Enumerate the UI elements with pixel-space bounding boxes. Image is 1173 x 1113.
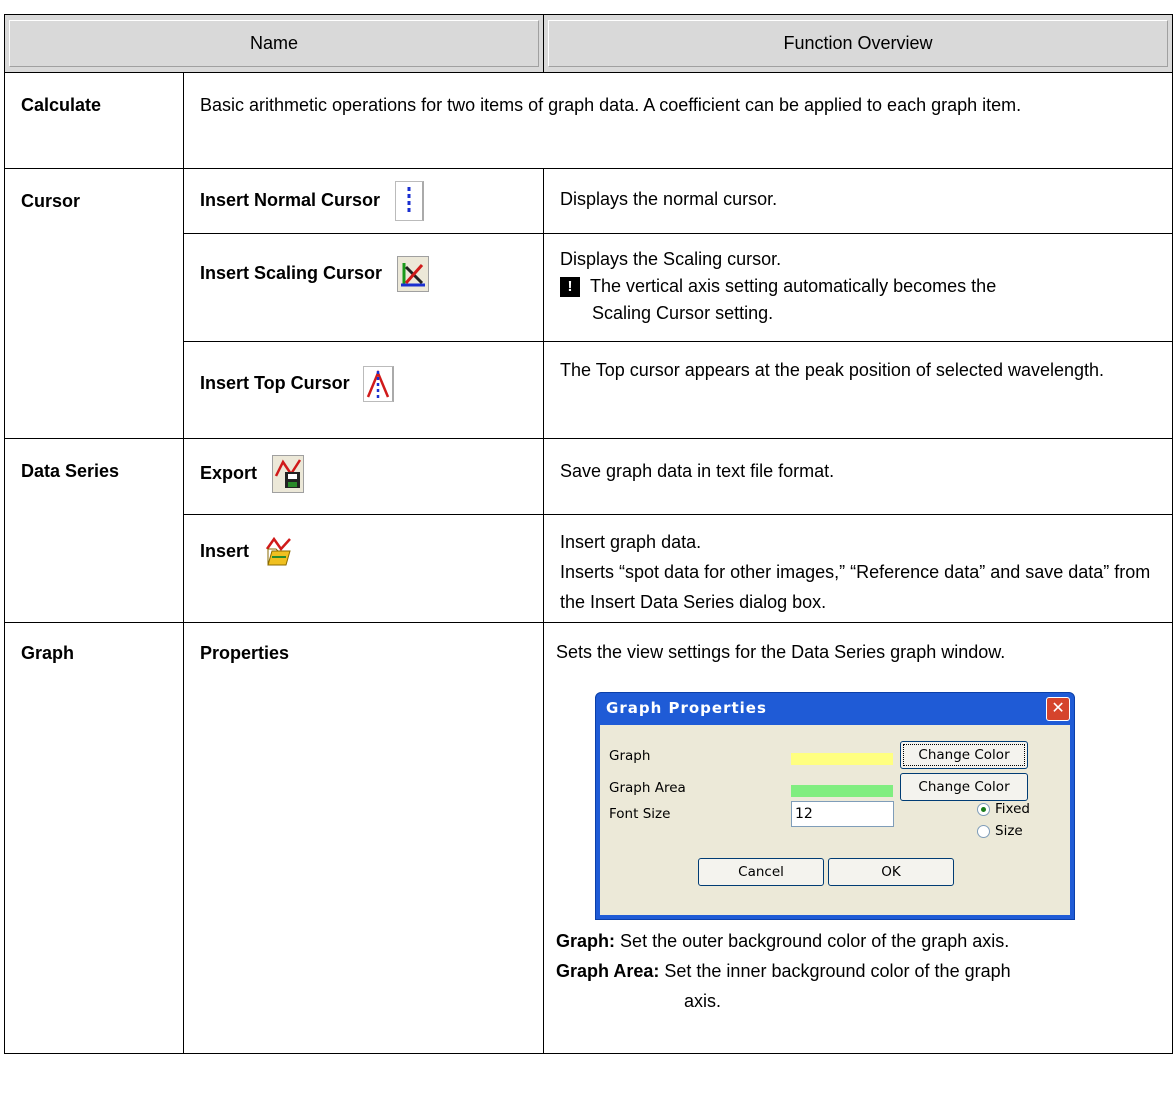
table-row: Data Series Export Save graph data in te… <box>4 438 1173 623</box>
insert-desc: Insert graph data. Inserts “spot data fo… <box>543 514 1173 623</box>
cursor-name-cell: Cursor <box>4 168 184 439</box>
radio-fixed-dot <box>977 802 991 816</box>
properties-label: Properties <box>200 643 290 663</box>
calculate-name-cell: Calculate <box>4 72 184 169</box>
dialog-body: Graph Change Color Graph Area Change Col… <box>600 725 1071 915</box>
header-function: Function Overview <box>543 14 1173 73</box>
cancel-button[interactable]: Cancel <box>698 858 825 886</box>
export-desc: Save graph data in text file format. <box>543 438 1173 515</box>
top-cursor-icon <box>362 366 394 402</box>
function-table: Name Function Overview Calculate Basic a… <box>3 14 1173 1054</box>
insert-cell: Insert <box>182 514 545 623</box>
data-series-name-cell: Data Series <box>4 438 184 623</box>
change-area-color-button[interactable]: Change Color <box>900 773 1029 801</box>
scaling-cursor-icon <box>397 256 430 292</box>
graph-color-label: Graph <box>609 748 651 764</box>
dialog-title: Graph Properties <box>606 699 767 717</box>
normal-cursor-icon <box>395 181 425 221</box>
caution-mark: ! <box>560 277 581 298</box>
table-row: Cursor Insert Normal Cursor Displays the… <box>4 168 1173 439</box>
font-size-input[interactable]: 12 <box>791 801 895 827</box>
top-cursor-cell: Insert Top Cursor <box>182 341 545 439</box>
properties-desc: Sets the view settings for the Data Seri… <box>543 622 1173 1054</box>
export-label: Export <box>200 462 258 483</box>
scaling-cursor-cell: Insert Scaling Cursor <box>182 233 545 342</box>
export-icon <box>272 455 305 493</box>
table-row: Calculate Basic arithmetic operations fo… <box>4 72 1173 169</box>
radio-size-dot <box>977 824 991 838</box>
change-graph-color-button[interactable]: Change Color <box>900 741 1029 769</box>
graph-properties-dialog: Graph Properties ✕ Graph Change Color Gr… <box>595 692 1076 920</box>
top-cursor-label: Insert Top Cursor <box>200 372 350 393</box>
graph-area-color-label: Graph Area <box>609 780 686 796</box>
scaling-cursor-label: Insert Scaling Cursor <box>200 262 383 283</box>
ok-button[interactable]: OK <box>828 858 955 886</box>
table-row: Graph Properties Sets the view settings … <box>4 622 1173 1054</box>
table-header: Name Function Overview <box>3 14 1173 73</box>
close-icon[interactable]: ✕ <box>1046 697 1071 721</box>
export-cell: Export <box>182 438 545 515</box>
properties-cell: Properties <box>182 622 545 1054</box>
graph-color-swatch <box>791 753 894 765</box>
normal-cursor-label: Insert Normal Cursor <box>200 189 381 210</box>
graph-name-cell: Graph <box>4 622 184 1054</box>
normal-cursor-cell: Insert Normal Cursor <box>182 168 545 234</box>
normal-cursor-desc: Displays the normal cursor. <box>543 168 1173 234</box>
graph-area-color-swatch <box>791 785 894 797</box>
header-name: Name <box>3 14 545 73</box>
insert-label: Insert <box>200 541 250 561</box>
calculate-desc-cell: Basic arithmetic operations for two item… <box>182 72 1173 169</box>
scaling-cursor-desc: Displays the Scaling cursor. ! The vertic… <box>543 233 1173 342</box>
insert-icon <box>264 535 295 570</box>
top-cursor-desc: The Top cursor appears at the peak posit… <box>543 341 1173 439</box>
font-size-label: Font Size <box>609 806 671 822</box>
radio-fixed[interactable]: Fixed <box>977 801 1030 817</box>
radio-size[interactable]: Size <box>977 823 1023 839</box>
